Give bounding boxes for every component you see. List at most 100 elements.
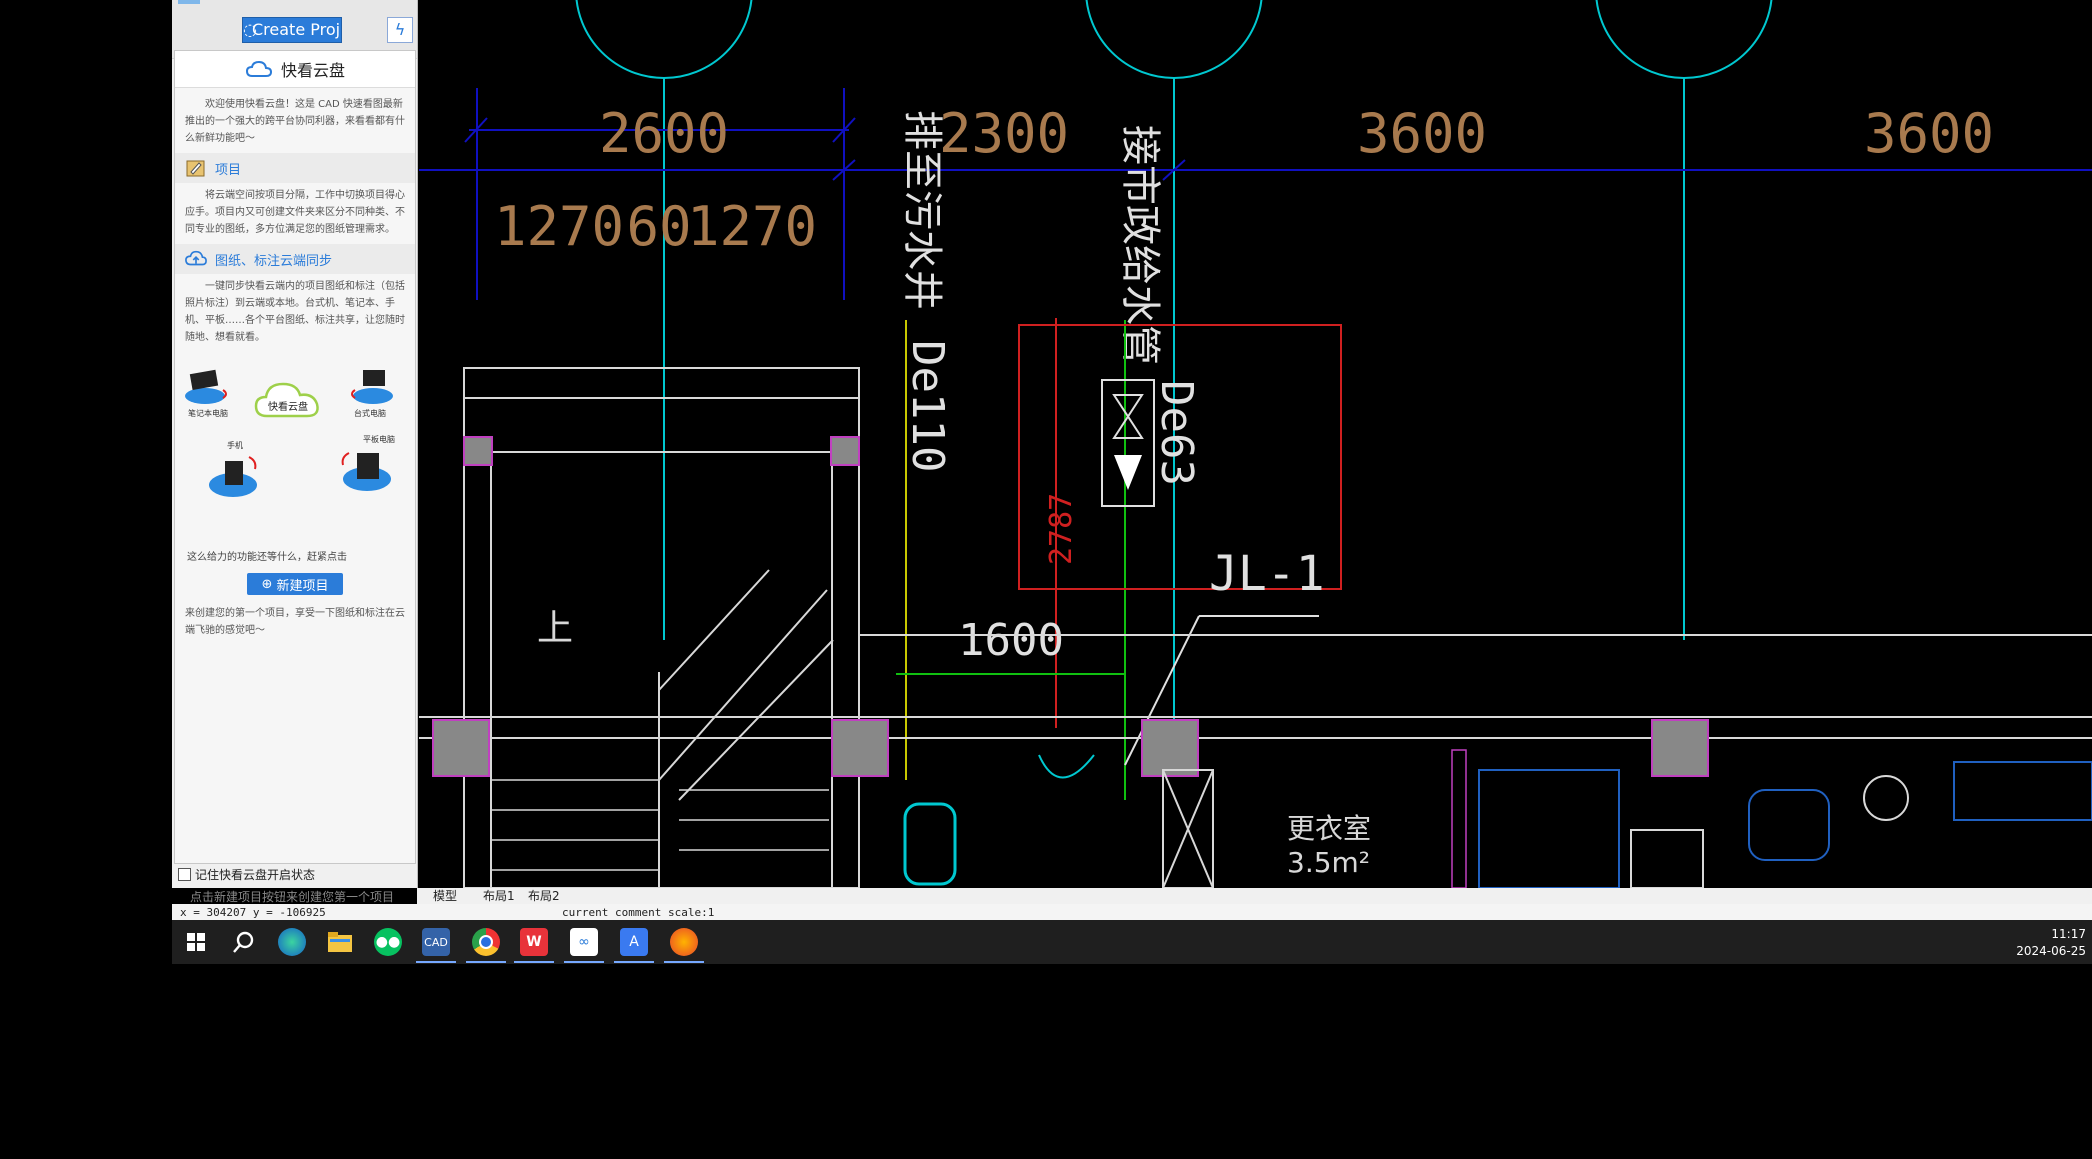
dim-text: 3600 [1357, 102, 1487, 165]
file-explorer-icon[interactable] [326, 928, 354, 956]
tab-layout1[interactable]: 布局1 [477, 888, 521, 904]
stair-break [658, 569, 834, 801]
column [1141, 719, 1199, 777]
column [1651, 719, 1709, 777]
pipe-label-de110: De110 [902, 340, 953, 472]
chrome-icon[interactable] [472, 928, 500, 956]
devices-illustration: 笔记本电脑 快看云盘 台式电脑 手机 平板电脑 [175, 364, 415, 534]
cad-canvas[interactable]: 2600 2300 3600 3600 1270 60 1270 排至污水井 接… [419, 0, 2092, 888]
section-sync-heading: 图纸、标注云端同步 [215, 253, 333, 269]
wechat-icon[interactable]: ●● [374, 928, 402, 956]
intro-text: 欢迎使用快看云盘！这是 CAD 快速看图最新推出的一个强大的跨平台协同利器，来看… [185, 99, 405, 144]
tag-jl1: JL-1 [1209, 546, 1325, 602]
desktop-icon [351, 370, 393, 404]
plus-circle-icon: ⊕ [261, 576, 273, 592]
dim-text: 2300 [939, 102, 1069, 165]
dim-text: 60 [626, 195, 691, 258]
circle-icon: ◌ [243, 20, 257, 39]
feishu-icon[interactable]: A [620, 928, 648, 956]
pipe-label-de63: De63 [1151, 380, 1202, 486]
active-app-indicator [416, 961, 456, 963]
label-supply: 接市政给水管 [1117, 125, 1163, 365]
cta-text: 这么给力的功能还等什么，赶紧点击 [187, 552, 347, 563]
desktop-device: 台式电脑 [345, 366, 395, 419]
section-project-text: 将云端空间按项目分隔，工作中切换项目得心应手。项目内又可创建文件夹来区分不同种类… [185, 190, 405, 235]
sync-flash-icon[interactable]: ϟ [387, 17, 413, 43]
cloud-panel: ◌Create Projec ϟ 快看云盘 欢迎使用快看云盘！这是 CAD 快速… [172, 0, 418, 904]
tablet-icon [341, 452, 391, 491]
cloud-label: 快看云盘 [268, 402, 308, 413]
clock-date: 2024-06-25 [2016, 944, 2086, 958]
dim-text: 3600 [1864, 102, 1994, 165]
taskbar: ●● CAD W ∞ A 11:17 2024-06-25 [172, 920, 2092, 964]
section-project-heading: 项目 [215, 162, 242, 178]
new-project-label: 新建项目 [276, 578, 329, 594]
clock-time: 11:17 [2051, 927, 2086, 941]
cad-viewer-icon[interactable]: CAD [422, 928, 450, 956]
check-valve-symbol [1114, 455, 1142, 490]
footer-text: 来创建您的第一个项目，享受一下图纸和标注在云端飞驰的感觉吧～ [185, 608, 405, 636]
gate-valve-symbol [1112, 394, 1144, 439]
axis-circle [1085, 0, 1263, 79]
dim-2787: 2787 [1044, 493, 1079, 565]
dim-text: 1270 [687, 195, 817, 258]
panel-tab-edge [178, 0, 200, 4]
phone-icon [209, 456, 257, 497]
remember-checkbox-row[interactable]: 记住快看云盘开启状态 [178, 866, 315, 883]
hint-text: 点击新建项目按钮来创建您第一个项目 [190, 890, 395, 904]
cloud-device: 快看云盘 [253, 378, 323, 424]
column [830, 436, 860, 466]
tab-layout2[interactable]: 布局2 [522, 888, 566, 904]
remember-label: 记住快看云盘开启状态 [195, 868, 316, 882]
furniture [1478, 769, 1620, 888]
dim-1600: 1600 [958, 615, 1064, 666]
search-icon[interactable] [230, 928, 258, 956]
cloud-sync-icon [185, 249, 207, 269]
desk [1953, 761, 2092, 821]
comment-scale: current comment scale:1 [562, 906, 715, 919]
active-app-indicator [514, 961, 554, 963]
firefox-icon[interactable] [670, 928, 698, 956]
active-app-indicator [564, 961, 604, 963]
column [831, 719, 889, 777]
wps-icon[interactable]: W [520, 928, 548, 956]
laptop-device: 笔记本电脑 [183, 366, 233, 419]
phone-label: 手机 [227, 441, 243, 450]
laptop-icon [185, 369, 227, 404]
remember-checkbox[interactable] [178, 868, 191, 881]
column [432, 719, 490, 777]
label-drain: 排至污水井 [899, 110, 945, 310]
create-project-button[interactable]: ◌Create Projec [242, 17, 342, 43]
dim-text: 1270 [494, 195, 624, 258]
axis-circle [1595, 0, 1773, 79]
hatched-wall [1451, 749, 1467, 888]
stair-up-label: 上 [537, 608, 573, 649]
floor-drain [1863, 775, 1909, 821]
desktop-label: 台式电脑 [354, 409, 386, 418]
tab-model[interactable]: 模型 [427, 888, 463, 904]
system-clock[interactable]: 11:17 2024-06-25 [2016, 926, 2086, 960]
room-name: 更衣室 [1287, 812, 1371, 845]
column [463, 436, 493, 466]
active-app-indicator [664, 961, 704, 963]
tablet-label: 平板电脑 [363, 435, 395, 444]
coordinates-readout: x = 304207 y = -106925 [180, 906, 326, 919]
dim-text: 2600 [599, 102, 729, 165]
active-app-indicator [466, 961, 506, 963]
laptop-label: 笔记本电脑 [188, 409, 228, 418]
phone-device: 手机 [205, 440, 265, 503]
edge-icon[interactable] [278, 928, 306, 956]
axis-circle [575, 0, 753, 79]
new-project-button[interactable]: ⊕ 新建项目 [247, 573, 343, 595]
cad-drawing: 2600 2300 3600 3600 1270 60 1270 排至污水井 接… [419, 0, 2092, 888]
layout-tab-bar: 模型 布局1 布局2 [417, 888, 2092, 904]
app-window: ◌Create Projec ϟ 快看云盘 欢迎使用快看云盘！这是 CAD 快速… [172, 0, 2092, 964]
room-area: 3.5m² [1287, 846, 1370, 879]
start-icon[interactable] [182, 928, 210, 956]
urinal-fixture [1038, 754, 1095, 779]
chair [1748, 789, 1830, 861]
toilet-fixture [903, 802, 957, 886]
baidu-netdisk-icon[interactable]: ∞ [570, 928, 598, 956]
cabinet [1630, 829, 1704, 888]
section-sync-header: 图纸、标注云端同步 [175, 244, 415, 274]
